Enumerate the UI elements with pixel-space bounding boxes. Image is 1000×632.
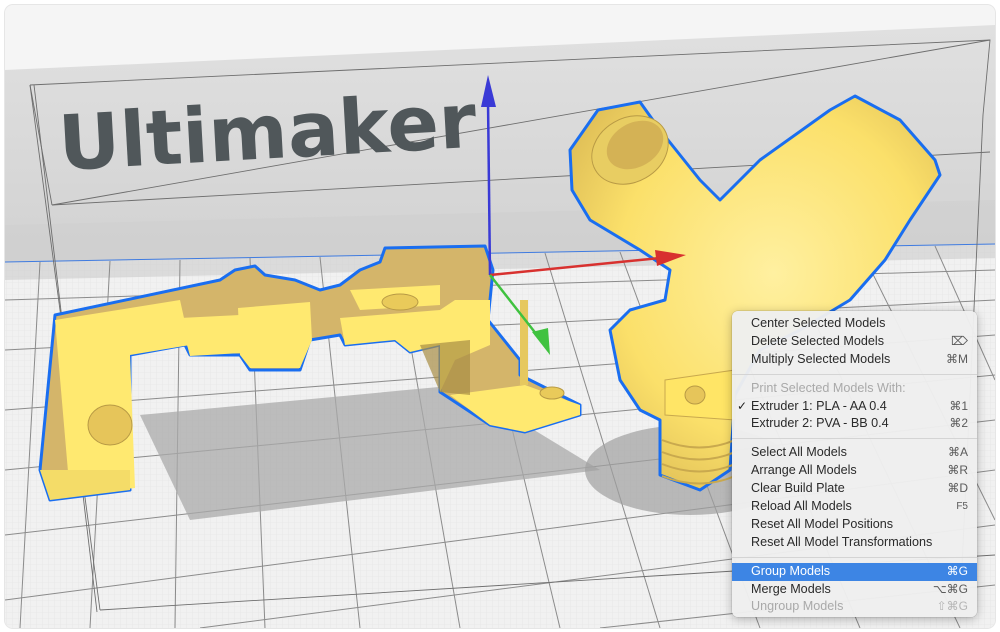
menu-item-label: Reload All Models	[751, 499, 852, 514]
menu-item-shortcut: ⌘A	[947, 445, 968, 460]
menu-item-shortcut: ⌘R	[947, 463, 968, 478]
menu-item-shortcut: ⌘M	[946, 351, 968, 366]
menu-item-label: Print Selected Models With:	[751, 380, 906, 395]
menu-item-label: Ungroup Models	[751, 599, 844, 614]
menu-separator	[732, 438, 977, 440]
menu-item-shortcut: ⌘G	[946, 563, 968, 578]
menu-item-shortcut: ⌘1	[949, 398, 968, 413]
menu-item-delete-selected-models[interactable]: Delete Selected Models ⌦	[732, 333, 977, 351]
menu-separator	[732, 373, 977, 375]
menu-item-reset-all-model-transformations[interactable]: Reset All Model Transformations	[732, 534, 977, 552]
menu-item-label: Select All Models	[751, 445, 847, 460]
menu-item-shortcut: ⌘D	[947, 481, 968, 496]
menu-item-label: Reset All Model Transformations	[751, 534, 933, 549]
app-frame: Ultimaker Center Selected Models Delete …	[5, 5, 995, 628]
menu-item-shortcut: F5	[956, 501, 968, 513]
menu-item-merge-models[interactable]: Merge Models ⌥⌘G	[732, 581, 977, 599]
menu-item-shortcut: ⇧⌘G	[936, 599, 968, 614]
menu-item-shortcut: ⌥⌘G	[932, 581, 968, 596]
menu-item-group-models[interactable]: Group Models ⌘G	[732, 562, 977, 581]
menu-item-arrange-all-models[interactable]: Arrange All Models ⌘R	[732, 462, 977, 480]
menu-item-extruder-1[interactable]: ✓ Extruder 1: PLA - AA 0.4 ⌘1	[732, 398, 977, 416]
menu-header-print-with: Print Selected Models With:	[732, 380, 977, 398]
menu-separator	[732, 556, 977, 558]
menu-item-reset-all-model-positions[interactable]: Reset All Model Positions	[732, 516, 977, 534]
menu-item-clear-build-plate[interactable]: Clear Build Plate ⌘D	[732, 480, 977, 498]
menu-item-label: Reset All Model Positions	[751, 516, 894, 531]
menu-item-center-selected-models[interactable]: Center Selected Models	[732, 315, 977, 333]
checkmark-icon: ✓	[737, 398, 748, 413]
menu-item-ungroup-models: Ungroup Models ⇧⌘G	[732, 598, 977, 616]
menu-item-label: Merge Models	[751, 581, 831, 596]
menu-item-shortcut: ⌘2	[949, 416, 968, 431]
menu-item-label: Group Models	[751, 563, 831, 578]
menu-item-label: Multiply Selected Models	[751, 351, 891, 366]
menu-item-reload-all-models[interactable]: Reload All Models F5	[732, 498, 977, 516]
context-menu: Center Selected Models Delete Selected M…	[732, 311, 977, 617]
menu-item-label: Extruder 2: PVA - BB 0.4	[751, 416, 889, 431]
menu-item-label: Center Selected Models	[751, 316, 886, 330]
delete-key-icon: ⌦	[951, 333, 968, 348]
menu-item-label: Clear Build Plate	[751, 481, 845, 496]
menu-item-label: Arrange All Models	[751, 463, 857, 478]
menu-item-label: Extruder 1: PLA - AA 0.4	[751, 398, 887, 413]
menu-item-multiply-selected-models[interactable]: Multiply Selected Models ⌘M	[732, 351, 977, 369]
menu-item-select-all-models[interactable]: Select All Models ⌘A	[732, 444, 977, 462]
menu-item-label: Delete Selected Models	[751, 333, 885, 348]
menu-item-extruder-2[interactable]: Extruder 2: PVA - BB 0.4 ⌘2	[732, 415, 977, 433]
